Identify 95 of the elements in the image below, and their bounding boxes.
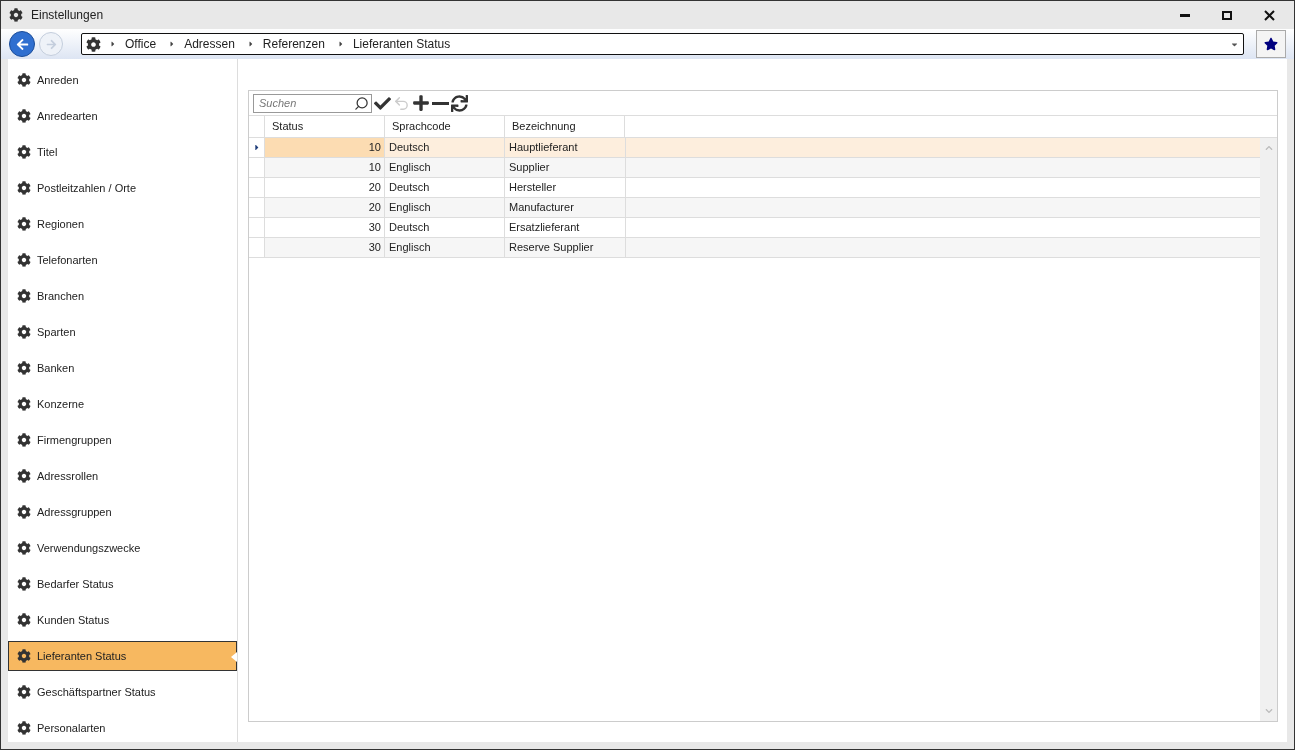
table-row[interactable]: 30 Deutsch Ersatzlieferant bbox=[249, 218, 1260, 238]
table-cell: 20 bbox=[265, 198, 385, 217]
sidebar-item[interactable]: Firmengruppen bbox=[8, 425, 237, 455]
caret-icon bbox=[109, 40, 117, 48]
sidebar-item[interactable]: Geschäftspartner Status bbox=[8, 677, 237, 707]
gear-icon bbox=[17, 613, 31, 627]
sidebar-item[interactable]: Anredearten bbox=[8, 101, 237, 131]
gear-icon bbox=[17, 685, 31, 699]
minus-icon bbox=[432, 101, 449, 105]
plus-icon bbox=[412, 94, 430, 112]
table-cell: Hersteller bbox=[505, 178, 626, 197]
sidebar-item[interactable]: Personalarten bbox=[8, 713, 237, 743]
sidebar-item[interactable]: Adressrollen bbox=[8, 461, 237, 491]
gear-icon bbox=[17, 289, 31, 303]
sidebar-item[interactable]: Lieferanten Status bbox=[8, 641, 237, 671]
row-header-cell[interactable] bbox=[249, 238, 265, 257]
save-button[interactable] bbox=[374, 94, 391, 112]
window-title: Einstellungen bbox=[31, 7, 104, 24]
table-cell: Supplier bbox=[505, 158, 626, 177]
arrow-right-icon bbox=[45, 38, 57, 50]
gear-icon bbox=[17, 469, 31, 483]
gear-icon bbox=[17, 109, 31, 123]
table-cell: 30 bbox=[265, 238, 385, 257]
gear-icon bbox=[9, 8, 23, 22]
sidebar-item[interactable]: Titel bbox=[8, 137, 237, 167]
table-cell: Reserve Supplier bbox=[505, 238, 626, 257]
breadcrumb-item[interactable]: Referenzen bbox=[262, 35, 325, 53]
gear-icon bbox=[17, 325, 31, 339]
gear-icon bbox=[17, 217, 31, 231]
favorite-button[interactable] bbox=[1256, 30, 1286, 58]
table-cell: Englisch bbox=[385, 238, 505, 257]
gear-icon bbox=[17, 505, 31, 519]
column-header[interactable]: Status bbox=[265, 116, 385, 137]
gear-icon bbox=[17, 145, 31, 159]
checkmark-icon bbox=[374, 94, 391, 112]
table-cell: Deutsch bbox=[385, 218, 505, 237]
sidebar-item[interactable]: Regionen bbox=[8, 209, 237, 239]
back-button[interactable] bbox=[9, 31, 35, 57]
sidebar-item[interactable]: Banken bbox=[8, 353, 237, 383]
gear-icon bbox=[17, 721, 31, 735]
close-icon bbox=[1263, 9, 1275, 21]
add-button[interactable] bbox=[412, 94, 430, 112]
sidebar-item[interactable]: Postleitzahlen / Orte bbox=[8, 173, 237, 203]
column-header[interactable]: Bezeichnung bbox=[505, 116, 625, 137]
table-cell: Hauptlieferant bbox=[505, 138, 626, 157]
search-field[interactable]: Suchen bbox=[253, 93, 372, 113]
sidebar-item[interactable]: Kunden Status bbox=[8, 605, 237, 635]
gear-icon bbox=[17, 541, 31, 555]
row-indicator-icon bbox=[252, 143, 261, 152]
gear-icon bbox=[86, 36, 101, 52]
breadcrumb-item[interactable]: Lieferanten Status bbox=[352, 35, 451, 53]
address-bar[interactable]: Office Adressen Referenzen Lieferanten Status bbox=[81, 33, 1244, 55]
gear-icon bbox=[17, 253, 31, 267]
table-cell: Englisch bbox=[385, 198, 505, 217]
refresh-button[interactable] bbox=[451, 94, 468, 112]
sidebar-item[interactable]: Adressgruppen bbox=[8, 497, 237, 527]
table-cell: Englisch bbox=[385, 158, 505, 177]
breadcrumb-item[interactable]: Office bbox=[125, 35, 157, 53]
sidebar-item[interactable]: Telefonarten bbox=[8, 245, 237, 275]
table-row[interactable]: 10 Deutsch Hauptlieferant bbox=[249, 138, 1260, 158]
gear-icon bbox=[17, 181, 31, 195]
table-row[interactable]: 20 Englisch Manufacturer bbox=[249, 198, 1260, 218]
sidebar-item[interactable]: Bedarfer Status bbox=[8, 569, 237, 599]
gear-icon bbox=[17, 649, 31, 663]
gear-icon bbox=[17, 361, 31, 375]
row-header-cell[interactable] bbox=[249, 158, 265, 177]
gear-icon bbox=[17, 73, 31, 87]
table-cell: 20 bbox=[265, 178, 385, 197]
breadcrumb-item[interactable]: Adressen bbox=[184, 35, 235, 53]
undo-icon bbox=[393, 94, 410, 112]
table-row[interactable]: 30 Englisch Reserve Supplier bbox=[249, 238, 1260, 258]
table-row[interactable]: 10 Englisch Supplier bbox=[249, 158, 1260, 178]
refresh-icon bbox=[451, 94, 468, 112]
table-cell: Deutsch bbox=[385, 138, 505, 157]
star-icon bbox=[1264, 37, 1278, 51]
row-header-cell[interactable] bbox=[249, 198, 265, 217]
row-header-cell[interactable] bbox=[249, 138, 265, 157]
table-cell: 10 bbox=[265, 158, 385, 177]
sidebar-item[interactable]: Sparten bbox=[8, 317, 237, 347]
sidebar-item[interactable]: Verwendungszwecke bbox=[8, 533, 237, 563]
sidebar-item[interactable]: Anreden bbox=[8, 65, 237, 95]
gear-icon bbox=[17, 577, 31, 591]
arrow-left-icon bbox=[15, 37, 29, 51]
table-cell: Manufacturer bbox=[505, 198, 626, 217]
table-cell: 10 bbox=[265, 138, 385, 157]
sidebar-item[interactable]: Konzerne bbox=[8, 389, 237, 419]
table-row[interactable]: 20 Deutsch Hersteller bbox=[249, 178, 1260, 198]
table-cell: Ersatzlieferant bbox=[505, 218, 626, 237]
gear-icon bbox=[17, 433, 31, 447]
table-cell: 30 bbox=[265, 218, 385, 237]
column-header[interactable]: Sprachcode bbox=[385, 116, 505, 137]
sidebar-item[interactable]: Branchen bbox=[8, 281, 237, 311]
search-icon bbox=[354, 95, 369, 111]
table-cell: Deutsch bbox=[385, 178, 505, 197]
gear-icon bbox=[17, 397, 31, 411]
